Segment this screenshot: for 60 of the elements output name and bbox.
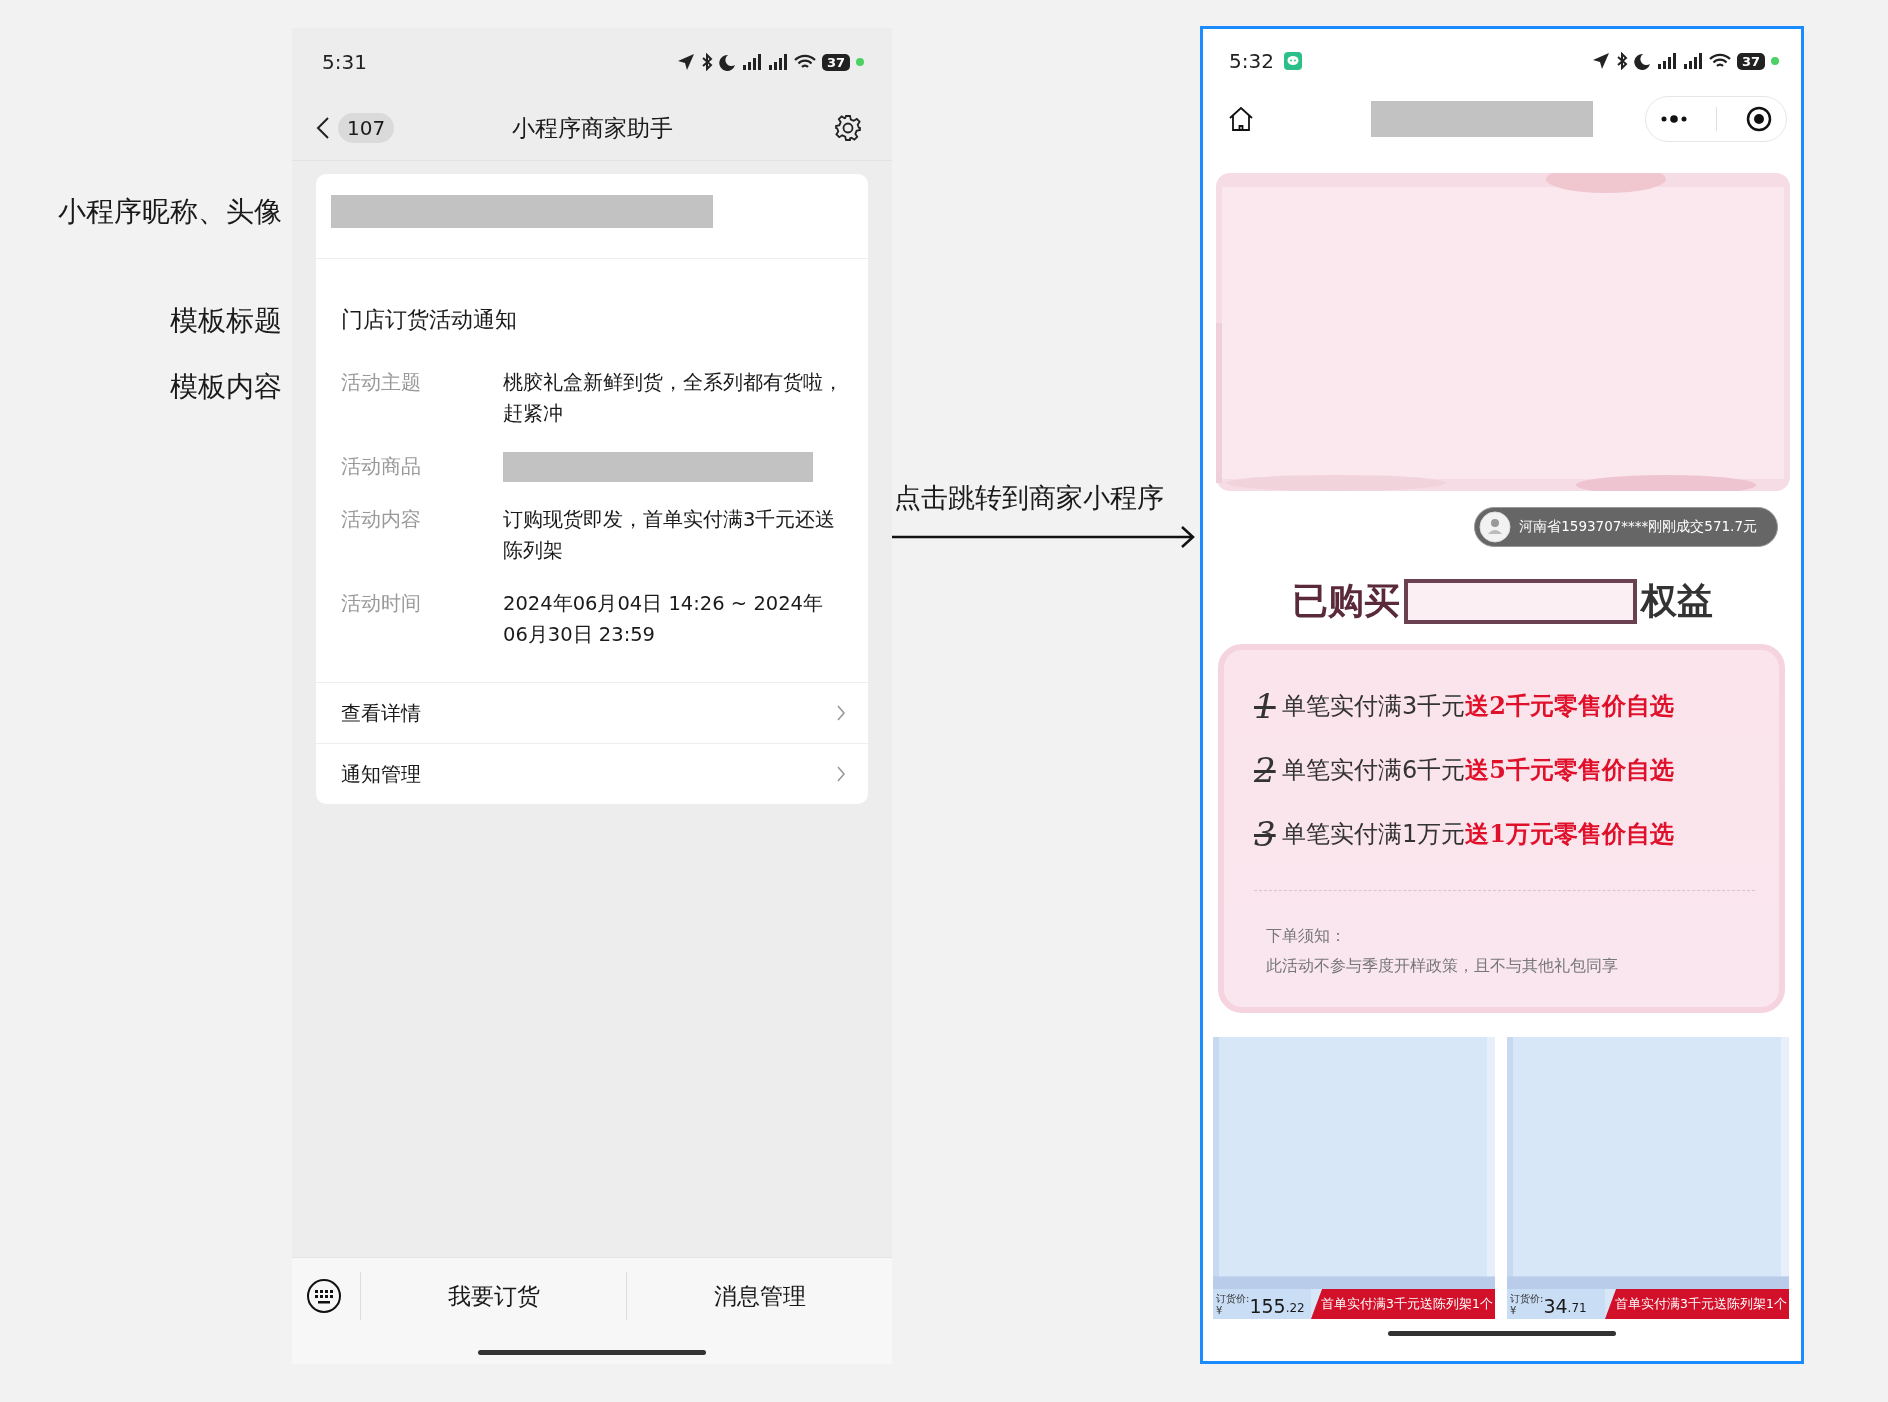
moon-icon	[718, 53, 736, 71]
signal-icon	[767, 54, 788, 70]
chevron-icon	[836, 765, 846, 783]
battery-indicator: 37	[821, 53, 850, 71]
benefit-text: 单笔实付满3千元送2千元零售价自选	[1282, 690, 1674, 722]
settings-icon[interactable]	[834, 114, 862, 142]
bluetooth-icon	[700, 53, 713, 71]
annotation-label: 模板标题	[170, 303, 282, 339]
chevron-icon	[836, 704, 846, 722]
status-dot-icon	[1771, 57, 1779, 65]
arrow-icon	[892, 525, 1196, 549]
avatar-icon	[1479, 511, 1512, 543]
field-value: 桃胶礼盒新鲜到货，全系列都有货啦，赶紧冲	[503, 370, 844, 427]
field-label: 活动商品	[341, 454, 422, 480]
menu-button[interactable]: 我要订货	[360, 1272, 626, 1320]
status-time: 5:32	[1229, 49, 1274, 73]
signal-icon	[1682, 53, 1703, 69]
home-icon[interactable]	[1227, 105, 1255, 133]
notice-title: 下单须知：	[1265, 925, 1347, 947]
heading-text: 已购买	[1291, 578, 1400, 623]
annotation-label: 模板内容	[170, 369, 282, 405]
battery-indicator: 37	[1736, 52, 1765, 70]
location-icon	[1591, 52, 1610, 70]
template-title: 门店订货活动通知	[341, 306, 518, 334]
field-label: 活动内容	[341, 507, 422, 533]
heading-text: 权益	[1640, 578, 1713, 623]
bluetooth-icon	[1615, 52, 1628, 70]
chat-title: 小程序商家助手	[511, 113, 673, 143]
card-link[interactable]: 查看详情	[316, 683, 868, 744]
annotation-label: 小程序昵称、头像	[58, 194, 282, 230]
card-link[interactable]: 通知管理	[316, 744, 868, 804]
location-icon	[676, 53, 695, 71]
promo-banner: 首单实付满3千元送陈列架1个	[1605, 1289, 1789, 1319]
notice-body: 此活动不参与季度开样政策，且不与其他礼包同享	[1265, 955, 1619, 977]
benefit-number: 2	[1254, 750, 1274, 790]
back-icon[interactable]	[316, 116, 330, 140]
status-time: 5:31	[322, 50, 367, 74]
menu-button[interactable]: 消息管理	[626, 1272, 892, 1320]
notice-text: 河南省1593707****刚刚成交571.7元	[1519, 518, 1757, 536]
benefit-text: 单笔实付满6千元送5千元零售价自选	[1282, 754, 1674, 786]
signal-icon	[1656, 53, 1677, 69]
status-dot-icon	[856, 58, 864, 66]
chat-app-icon	[1283, 52, 1302, 70]
keyboard-icon[interactable]	[306, 1278, 342, 1314]
wifi-icon	[793, 54, 816, 70]
benefit-number: 1	[1254, 686, 1274, 726]
field-value: 订购现货即发，首单实付满3千元还送陈列架	[503, 507, 837, 564]
promo-banner: 首单实付满3千元送陈列架1个	[1311, 1289, 1495, 1319]
field-label: 活动主题	[341, 370, 422, 396]
benefit-text: 单笔实付满1万元送1万元零售价自选	[1282, 818, 1674, 850]
jump-caption: 点击跳转到商家小程序	[893, 481, 1164, 515]
field-label: 活动时间	[341, 591, 422, 617]
wifi-icon	[1708, 53, 1731, 69]
benefit-number: 3	[1254, 814, 1274, 854]
signal-icon	[741, 54, 762, 70]
field-value: 2024年06月04日 14:26 ~ 2024年06月30日 23:59	[503, 591, 824, 648]
close-icon[interactable]	[1745, 106, 1772, 132]
moon-icon	[1633, 52, 1651, 70]
more-icon[interactable]	[1660, 115, 1689, 123]
unread-count-badge: 107	[338, 113, 395, 143]
